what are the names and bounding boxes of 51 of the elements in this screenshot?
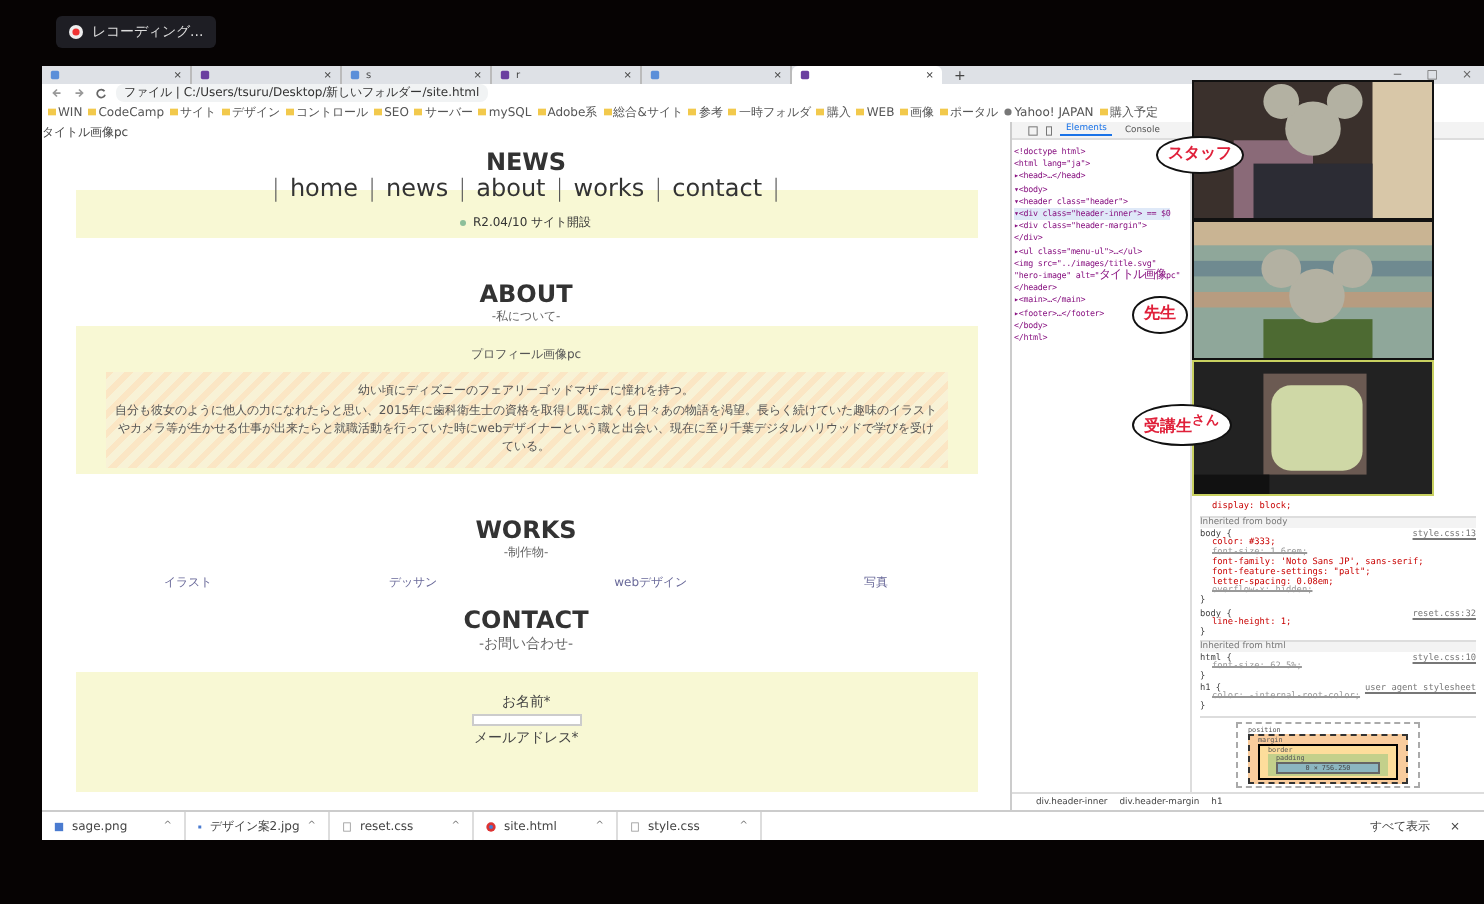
nav-link[interactable]: news xyxy=(386,174,449,203)
folder-icon xyxy=(88,108,97,116)
nav-separator: | xyxy=(367,174,377,203)
folder-icon xyxy=(414,108,423,116)
back-icon[interactable] xyxy=(50,86,64,100)
section-title: WORKS xyxy=(475,517,577,544)
folder-icon xyxy=(603,108,612,116)
folder-icon xyxy=(222,108,231,116)
bullet-icon xyxy=(460,220,467,227)
file-icon xyxy=(630,821,640,831)
globe-icon xyxy=(1004,108,1013,116)
nav-separator: | xyxy=(458,174,467,203)
folder-icon xyxy=(940,108,949,116)
nav-separator: | xyxy=(772,174,781,203)
folder-icon xyxy=(816,108,825,116)
section-title: ABOUT xyxy=(479,282,573,309)
folder-icon xyxy=(1099,108,1108,116)
file-icon xyxy=(342,821,352,831)
folder-icon xyxy=(478,108,487,116)
folder-icon xyxy=(728,108,737,116)
page-icon xyxy=(500,70,510,80)
folder-icon xyxy=(537,108,546,116)
reload-icon[interactable] xyxy=(94,86,108,100)
input-field[interactable] xyxy=(471,713,581,726)
nav-link[interactable]: home xyxy=(289,174,358,203)
nav-separator: | xyxy=(271,174,280,203)
image-file-icon xyxy=(54,821,64,831)
page-icon xyxy=(50,70,60,80)
browser-icon xyxy=(486,821,496,831)
folder-icon xyxy=(48,108,56,116)
nav-link[interactable]: contact xyxy=(672,174,763,203)
nav-separator: | xyxy=(654,174,663,203)
page-icon xyxy=(350,70,360,80)
nav-link[interactable]: works xyxy=(573,174,645,203)
page-icon xyxy=(800,70,810,80)
nav-separator: | xyxy=(555,174,564,203)
record-icon xyxy=(68,24,84,40)
folder-icon xyxy=(856,108,865,116)
folder-icon xyxy=(688,108,697,116)
folder-icon xyxy=(900,108,909,116)
forward-icon[interactable] xyxy=(72,86,86,100)
inspect-icon[interactable] xyxy=(1028,125,1038,135)
folder-icon xyxy=(286,108,295,116)
page-icon xyxy=(650,70,660,80)
folder-icon xyxy=(374,108,383,116)
page-icon xyxy=(200,70,210,80)
section-title: NEWS xyxy=(485,150,567,177)
section-title: CONTACT xyxy=(463,607,589,634)
folder-icon xyxy=(170,108,179,116)
device-icon[interactable] xyxy=(1044,125,1054,135)
nav-link[interactable]: about xyxy=(476,174,546,203)
